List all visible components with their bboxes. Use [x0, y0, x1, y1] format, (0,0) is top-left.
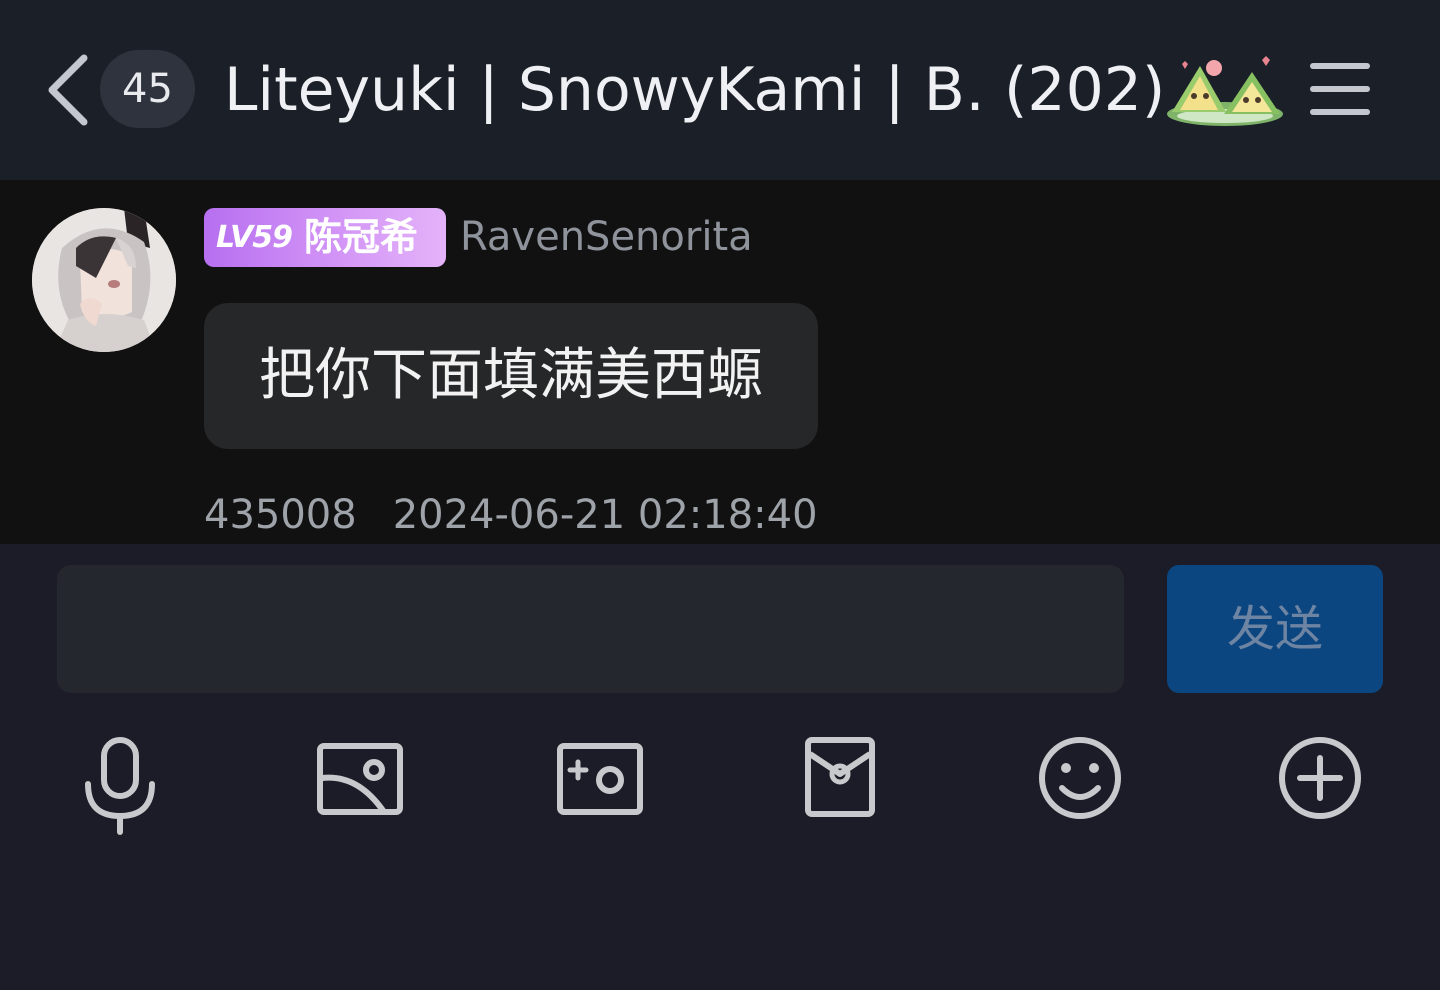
image-button[interactable] [310, 734, 410, 838]
camera-icon [557, 743, 643, 815]
image-icon [317, 743, 403, 815]
red-packet-icon [805, 737, 875, 817]
group-title[interactable]: Liteyuki | SnowyKami | B… [224, 52, 984, 128]
back-button[interactable] [40, 52, 96, 128]
zongzi-sticker-icon [1162, 50, 1288, 130]
camera-button[interactable] [550, 734, 650, 838]
message-id: 435008 [204, 492, 357, 538]
message-meta: 435008 2024-06-21 02:18:40 [204, 486, 818, 544]
member-title: 陈冠希 [304, 215, 419, 259]
menu-button[interactable] [1306, 58, 1374, 120]
sender-avatar[interactable] [32, 208, 176, 352]
composer-panel: 发送 [0, 544, 1440, 990]
emoji-button[interactable] [1030, 734, 1130, 838]
message-bubble[interactable]: 把你下面填满美西螈 [204, 303, 818, 449]
hamburger-menu-icon [1310, 63, 1370, 115]
member-count: (202) [1004, 55, 1166, 125]
more-button[interactable] [1270, 734, 1370, 838]
unread-count-badge[interactable]: 45 [100, 50, 195, 128]
red-packet-button[interactable] [790, 734, 890, 838]
message-list[interactable]: LV59 陈冠希 RavenSenorita 把你下面填满美西螈 435008 2… [0, 180, 1440, 544]
voice-button[interactable] [70, 734, 170, 838]
plus-icon [1279, 737, 1361, 819]
level-label: LV59 [216, 220, 293, 255]
message-timestamp: 2024-06-21 02:18:40 [392, 492, 818, 538]
chevron-left-icon [48, 54, 88, 126]
microphone-icon [85, 737, 155, 835]
send-button[interactable]: 发送 [1167, 565, 1383, 693]
member-level-badge: LV59 陈冠希 [204, 208, 446, 267]
chat-header: 45 Liteyuki | SnowyKami | B… (202) [0, 0, 1440, 180]
message-input[interactable] [57, 565, 1124, 693]
emoji-icon [1039, 737, 1121, 819]
sender-name[interactable]: RavenSenorita [460, 208, 753, 267]
